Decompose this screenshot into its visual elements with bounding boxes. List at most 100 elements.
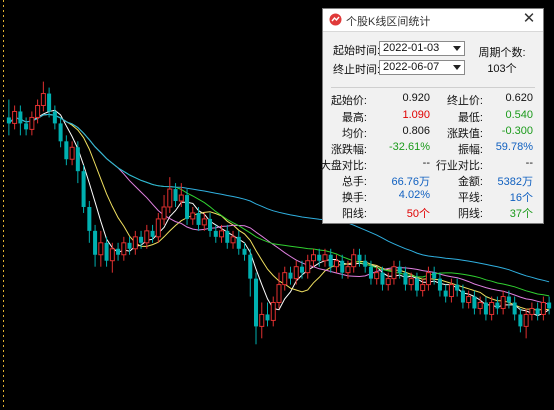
chevron-down-icon	[453, 65, 461, 70]
chart-logo-icon	[329, 13, 342, 26]
end-time-value: 2022-06-07	[383, 61, 440, 73]
chevron-down-icon	[453, 46, 461, 51]
candle-up	[219, 230, 225, 238]
market-cmp-label: 大盘对比:	[319, 160, 367, 172]
candle-up	[420, 284, 426, 292]
candle-down	[288, 272, 293, 279]
candle-down	[506, 296, 511, 303]
candle-down	[81, 171, 86, 207]
divider	[331, 87, 535, 88]
start-time-select[interactable]: 2022-01-03	[379, 41, 465, 56]
candle-up	[155, 218, 161, 238]
candle-down	[432, 272, 437, 279]
candle-down	[139, 236, 144, 243]
candle-up	[270, 302, 276, 321]
end-time-label: 终止时间:	[333, 64, 381, 76]
candle-up	[121, 242, 127, 256]
candle-down	[236, 236, 241, 249]
candle-down	[150, 230, 155, 237]
candle-down	[242, 248, 247, 255]
candle-up	[29, 116, 35, 130]
candle-up	[12, 110, 18, 124]
candle-up	[448, 284, 454, 298]
low-value: 0.540	[505, 109, 533, 121]
candle-up	[529, 307, 535, 315]
candle-down	[403, 272, 408, 285]
candle-up	[385, 278, 391, 286]
candle-down	[58, 123, 63, 142]
candle-down	[185, 195, 190, 219]
period-count-value: 103个	[487, 63, 517, 75]
period-count-label: 周期个数:	[478, 47, 526, 59]
down-count-label: 阴线:	[457, 208, 483, 220]
end-time-select[interactable]: 2022-06-07	[379, 60, 465, 75]
candle-down	[75, 147, 80, 172]
candle-down	[443, 290, 448, 297]
market-cmp-value: --	[422, 157, 430, 169]
dialog-title: 个股K线区间统计	[346, 16, 431, 28]
turnover-label: 换手:	[341, 192, 367, 204]
candle-down	[299, 266, 305, 273]
up-count-value: 50个	[406, 208, 430, 220]
candle-down	[225, 230, 230, 243]
candle-down	[248, 254, 253, 279]
candle-up	[144, 230, 150, 244]
change-value-label: 涨跌值:	[446, 128, 483, 140]
amount-value: 5382万	[497, 176, 533, 188]
candle-down	[265, 314, 270, 321]
avg-value: 0.806	[402, 125, 430, 137]
candle-down	[460, 290, 465, 303]
candle-down	[93, 230, 98, 255]
candle-down	[64, 141, 69, 160]
candle-down	[24, 123, 29, 130]
candle-up	[98, 242, 104, 256]
candle-up	[282, 272, 288, 286]
candle-down	[104, 242, 109, 261]
candle-down	[52, 111, 57, 124]
amplitude-label: 振幅:	[457, 144, 483, 156]
start-price-label: 起始价:	[330, 95, 367, 107]
candle-down	[518, 314, 523, 327]
industry-cmp-value: --	[525, 157, 533, 169]
candle-up	[391, 266, 397, 280]
candle-down	[317, 254, 322, 261]
candle-up	[540, 302, 546, 315]
close-icon[interactable]: ✕	[521, 11, 537, 27]
candle-down	[173, 189, 178, 202]
flat-count-label: 平线:	[457, 192, 483, 204]
candle-up	[489, 302, 495, 315]
start-price-value: 0.920	[402, 92, 430, 104]
candle-up	[293, 266, 299, 280]
candle-up	[276, 284, 282, 304]
candle-up	[500, 296, 506, 309]
candle-down	[368, 266, 373, 279]
period-count: 周期个数: 103个	[473, 44, 531, 76]
candle-up	[230, 236, 236, 244]
candle-up	[132, 236, 138, 250]
candle-up	[466, 296, 472, 304]
start-time-label: 起始时间:	[333, 45, 381, 57]
candle-down	[512, 302, 517, 315]
avg-label: 均价:	[341, 128, 367, 140]
candle-down	[208, 218, 213, 231]
candle-up	[425, 272, 431, 286]
candle-down	[116, 248, 121, 255]
candle-down	[328, 254, 333, 267]
high-value: 1.090	[402, 109, 430, 121]
amount-label: 金额:	[457, 176, 483, 188]
candle-up	[345, 266, 351, 274]
candle-up	[310, 254, 316, 262]
turnover-value: 4.02%	[398, 189, 430, 201]
dialog-titlebar[interactable]: 个股K线区间统计 ✕	[323, 9, 543, 32]
candle-up	[35, 104, 41, 118]
change-value-value: -0.300	[501, 125, 533, 137]
candle-up	[40, 93, 46, 106]
interval-stats-dialog: 个股K线区间统计 ✕ 起始时间: 2022-01-03 终止时间: 2022-0…	[319, 8, 544, 224]
candle-down	[397, 266, 402, 273]
candle-down	[472, 296, 477, 309]
volume-value: 66.76万	[391, 176, 430, 188]
candle-up	[305, 260, 311, 274]
candle-up	[69, 146, 75, 160]
candle-up	[178, 194, 184, 202]
candle-down	[253, 278, 259, 327]
